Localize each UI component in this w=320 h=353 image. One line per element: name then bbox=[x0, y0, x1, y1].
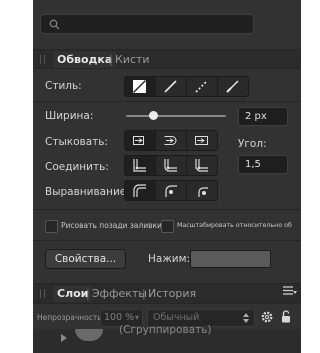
gear-icon[interactable] bbox=[261, 311, 273, 323]
properties-button[interactable]: Свойства... bbox=[45, 249, 126, 269]
scale-checkbox[interactable] bbox=[161, 220, 174, 233]
layer-thumbnail bbox=[75, 329, 103, 341]
cap-square-button[interactable] bbox=[187, 131, 217, 150]
join-round-button[interactable] bbox=[156, 156, 187, 175]
blend-mode-value: Обычный bbox=[153, 312, 200, 323]
square-cap-icon bbox=[195, 136, 208, 145]
solid-line-icon bbox=[164, 80, 177, 93]
tab-effects[interactable]: Эффекты bbox=[92, 286, 147, 302]
layer-row[interactable]: (Сгруппировать) bbox=[33, 324, 301, 353]
draw-behind-checkbox[interactable] bbox=[45, 220, 58, 233]
search-icon bbox=[49, 19, 60, 30]
style-label: Стиль: bbox=[45, 80, 82, 92]
layer-name: (Сгруппировать) bbox=[119, 324, 212, 336]
style-segmented-control bbox=[124, 76, 249, 97]
draw-behind-label: Рисовать позади заливки bbox=[61, 221, 162, 230]
panel-menu-icon[interactable] bbox=[283, 286, 297, 296]
align-inside-icon bbox=[133, 184, 146, 197]
bevel-join-icon bbox=[195, 159, 208, 172]
align-inside-button[interactable] bbox=[125, 181, 156, 200]
divider bbox=[33, 240, 301, 241]
cap-label: Стыковать: bbox=[45, 136, 108, 148]
width-field[interactable]: 2 px bbox=[238, 107, 288, 126]
tab-stroke[interactable]: Обводка bbox=[53, 52, 117, 68]
angle-label: Угол: bbox=[238, 138, 267, 150]
tab-separator: | bbox=[109, 53, 113, 66]
tab-separator: | bbox=[86, 287, 90, 300]
opacity-label: Непрозрачность: bbox=[37, 313, 105, 322]
opacity-value: 100 % bbox=[104, 312, 135, 323]
tab-brushes[interactable]: Кисти bbox=[115, 52, 150, 68]
drag-grip-icon[interactable] bbox=[40, 55, 45, 64]
cap-butt-button[interactable] bbox=[125, 131, 156, 150]
brush-icon bbox=[226, 80, 239, 93]
cap-segmented-control bbox=[124, 130, 218, 151]
align-center-button[interactable] bbox=[156, 181, 187, 200]
round-cap-icon bbox=[164, 136, 177, 145]
style-none-button[interactable] bbox=[125, 77, 156, 96]
select-arrows-icon bbox=[243, 313, 249, 323]
style-brush-button[interactable] bbox=[218, 77, 248, 96]
width-slider-track[interactable] bbox=[126, 115, 226, 117]
no-stroke-icon bbox=[133, 80, 146, 93]
align-outside-icon bbox=[198, 187, 208, 197]
align-segmented-control bbox=[124, 180, 218, 201]
lock-icon[interactable] bbox=[281, 310, 291, 323]
pressure-graph[interactable] bbox=[190, 250, 271, 268]
layers-panel-header: Слои | Эффекты | История bbox=[33, 283, 301, 304]
scale-label: Масштабировать относительно об bbox=[177, 222, 292, 229]
tab-separator: | bbox=[142, 287, 146, 300]
align-outside-button[interactable] bbox=[187, 181, 217, 200]
style-dashed-button[interactable] bbox=[187, 77, 218, 96]
align-label: Выравнивание: bbox=[45, 186, 130, 198]
expand-arrow-icon[interactable] bbox=[61, 334, 67, 342]
dashed-line-icon bbox=[195, 80, 208, 93]
drag-grip-icon[interactable] bbox=[40, 289, 45, 298]
join-miter-button[interactable] bbox=[125, 156, 156, 175]
search-input[interactable] bbox=[40, 14, 254, 34]
miter-join-icon bbox=[133, 159, 146, 172]
width-label: Ширина: bbox=[45, 110, 94, 122]
divider bbox=[33, 101, 301, 102]
divider bbox=[33, 209, 301, 210]
join-bevel-button[interactable] bbox=[187, 156, 217, 175]
app-window: Обводка | Кисти Стиль: Ширина: 2 px Стык… bbox=[0, 0, 301, 353]
join-label: Соединить: bbox=[45, 161, 109, 173]
join-segmented-control bbox=[124, 155, 218, 176]
style-solid-button[interactable] bbox=[156, 77, 187, 96]
pressure-label: Нажим: bbox=[148, 253, 191, 265]
angle-field[interactable]: 1,5 bbox=[238, 155, 288, 174]
butt-cap-icon bbox=[133, 136, 144, 145]
width-slider-thumb[interactable] bbox=[148, 111, 158, 120]
tab-history[interactable]: История bbox=[148, 286, 196, 302]
stroke-panel-header: Обводка | Кисти bbox=[33, 49, 301, 69]
cap-round-button[interactable] bbox=[156, 131, 187, 150]
align-center-icon bbox=[165, 185, 177, 197]
round-join-icon bbox=[164, 159, 177, 172]
